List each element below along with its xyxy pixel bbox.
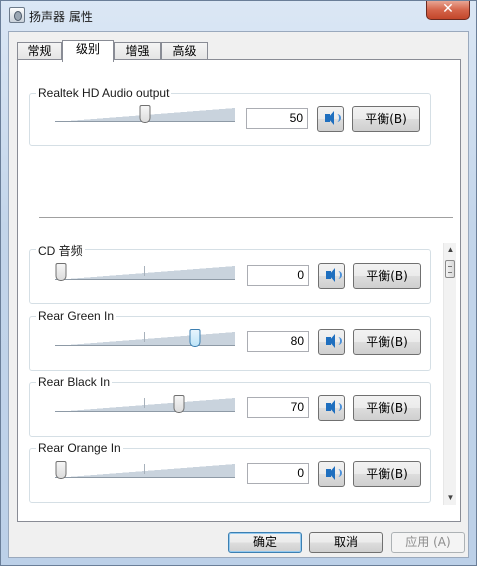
close-button[interactable]: ✕: [426, 1, 470, 20]
levels-panel: Realtek HD Audio output 50 平衡(B) CD 音频 0…: [17, 59, 461, 522]
slider-track-line: [55, 477, 235, 478]
slider-thumb[interactable]: [173, 395, 185, 413]
channel-balance-button[interactable]: 平衡(B): [353, 329, 421, 355]
channel-balance-button[interactable]: 平衡(B): [353, 461, 421, 487]
slider-ramp: [55, 464, 235, 478]
slider-track-line: [55, 345, 235, 346]
slider-ramp: [55, 398, 235, 412]
slider-thumb[interactable]: [189, 329, 201, 347]
channel-volume-value[interactable]: 0: [247, 463, 309, 484]
slider-track-line: [55, 279, 235, 280]
speaker-icon: [326, 400, 342, 414]
slider-thumb[interactable]: [139, 105, 151, 123]
master-mute-button[interactable]: [317, 106, 344, 132]
channel-volume-slider[interactable]: [55, 263, 235, 284]
slider-ramp: [55, 266, 235, 280]
speaker-icon: [325, 111, 341, 125]
master-output-label: Realtek HD Audio output: [36, 86, 172, 100]
channel-label: Rear Black In: [36, 375, 113, 389]
channel-volume-value[interactable]: 80: [247, 331, 309, 352]
speaker-properties-window: 扬声器 属性 ✕ 常规 级别 增强 高级 Realtek HD Audio ou…: [0, 0, 477, 566]
channel-volume-slider[interactable]: [55, 461, 235, 482]
scroll-up-arrow-icon[interactable]: ▲: [444, 243, 457, 257]
apply-button[interactable]: 应用 (A): [391, 532, 465, 553]
channel-mute-button[interactable]: [318, 263, 345, 289]
channel-balance-button[interactable]: 平衡(B): [353, 395, 421, 421]
tab-levels[interactable]: 级别: [62, 40, 114, 62]
slider-tick: [144, 266, 145, 276]
channel-volume-value[interactable]: 70: [247, 397, 309, 418]
channel-group-cd-audio: CD 音频 0 平衡(B): [29, 242, 431, 304]
channel-balance-button[interactable]: 平衡(B): [353, 263, 421, 289]
channel-group-rear-green-in: Rear Green In 80 平衡(B): [29, 309, 431, 371]
speaker-icon: [326, 334, 342, 348]
master-volume-value[interactable]: 50: [246, 108, 308, 129]
slider-ramp: [55, 332, 235, 346]
scroll-down-arrow-icon[interactable]: ▼: [444, 491, 457, 505]
channel-label: Rear Orange In: [36, 441, 123, 455]
dialog-client: 常规 级别 增强 高级 Realtek HD Audio output 50 平…: [8, 31, 469, 558]
channel-label: CD 音频: [36, 242, 85, 259]
channel-mute-button[interactable]: [318, 329, 345, 355]
channel-mute-button[interactable]: [318, 395, 345, 421]
slider-thumb[interactable]: [55, 461, 67, 479]
channel-mute-button[interactable]: [318, 461, 345, 487]
scroll-thumb[interactable]: [445, 260, 455, 278]
speaker-icon: [326, 268, 342, 282]
channel-volume-slider[interactable]: [55, 395, 235, 416]
channel-volume-slider[interactable]: [55, 329, 235, 350]
slider-tick: [144, 464, 145, 474]
slider-tick: [144, 398, 145, 408]
slider-tick: [144, 332, 145, 342]
channel-group-rear-orange-in: Rear Orange In 0 平衡(B): [29, 441, 431, 503]
master-output-group: Realtek HD Audio output 50 平衡(B): [29, 86, 431, 146]
ok-button[interactable]: 确定: [228, 532, 302, 553]
title-bar[interactable]: 扬声器 属性 ✕: [1, 1, 476, 31]
master-balance-button[interactable]: 平衡(B): [352, 106, 420, 132]
speaker-icon: [326, 466, 342, 480]
channel-label: Rear Green In: [36, 309, 117, 323]
window-title: 扬声器 属性: [29, 10, 93, 24]
slider-track-line: [55, 411, 235, 412]
channel-volume-value[interactable]: 0: [247, 265, 309, 286]
master-volume-slider[interactable]: [55, 105, 235, 126]
cancel-button[interactable]: 取消: [309, 532, 383, 553]
slider-thumb[interactable]: [55, 263, 67, 281]
section-divider: [39, 217, 453, 219]
channel-group-rear-black-in: Rear Black In 70 平衡(B): [29, 375, 431, 437]
speaker-app-icon: [9, 7, 25, 23]
channel-scrollbar[interactable]: ▲ ▼: [443, 243, 456, 505]
